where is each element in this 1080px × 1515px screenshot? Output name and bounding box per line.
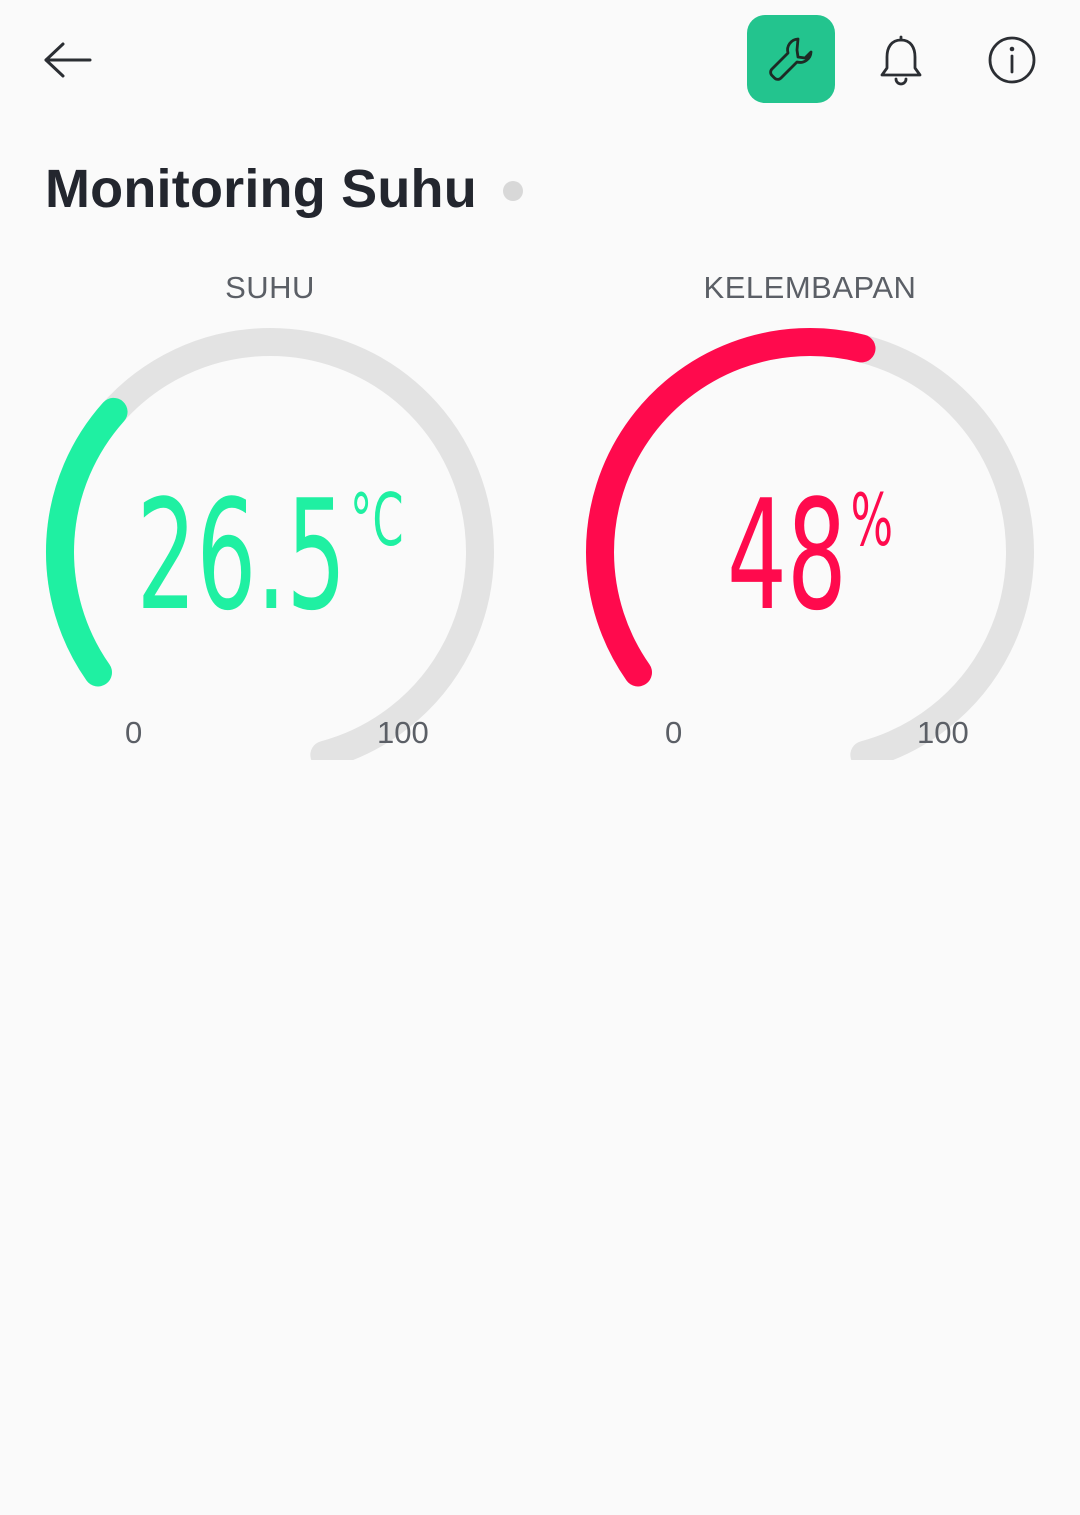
device-status-dot (503, 181, 523, 201)
gauge-value: 26.5 °C (103, 480, 438, 632)
gauge-max-label: 100 (917, 715, 969, 750)
bell-icon (880, 35, 922, 86)
wrench-icon (769, 37, 813, 81)
info-circle-icon (988, 36, 1036, 84)
notifications-button[interactable] (866, 26, 936, 96)
gauge-min-label: 0 (665, 715, 683, 750)
page-title: Monitoring Suhu (45, 159, 477, 219)
gauge-max-label: 100 (377, 715, 429, 750)
info-button[interactable] (976, 24, 1048, 96)
gauge-suhu[interactable]: SUHU 26.5 °C 0 100 (0, 260, 540, 760)
arrow-left-icon (44, 42, 92, 78)
gauge-value: 48 % (643, 480, 978, 632)
gauge-value-unit: % (850, 478, 894, 562)
back-button[interactable] (36, 28, 100, 92)
gauge-value-number: 48 (726, 467, 847, 644)
gauge-min-label: 0 (125, 715, 143, 750)
gauge-kelembapan[interactable]: KELEMBAPAN 48 % 0 100 (540, 260, 1080, 760)
gauge-value-number: 26.5 (136, 467, 347, 644)
top-bar (0, 0, 1080, 120)
gauge-value-unit: °C (350, 478, 404, 562)
device-settings-button[interactable] (747, 15, 835, 103)
